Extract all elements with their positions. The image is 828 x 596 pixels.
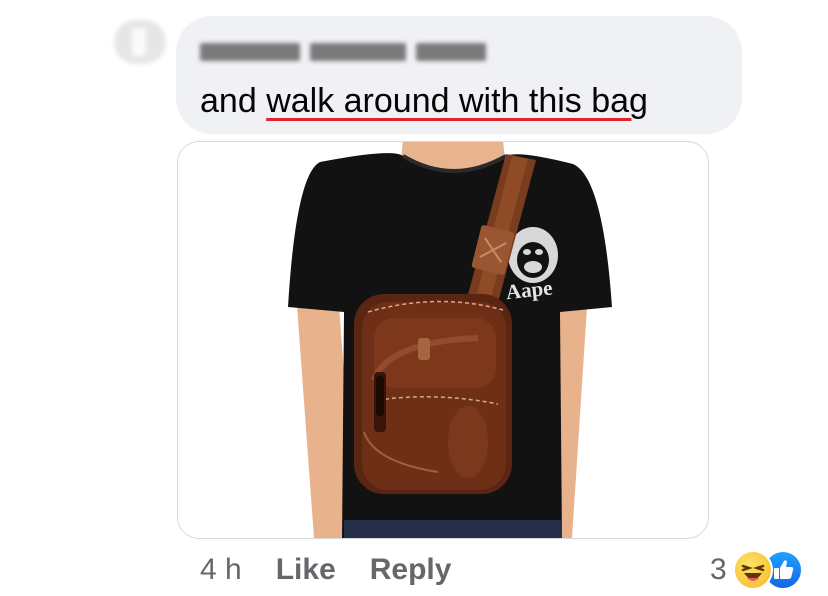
reply-button[interactable]: Reply <box>370 553 452 587</box>
like-button[interactable]: Like <box>276 553 336 587</box>
comment-text-spellcheck: walk around with this bag <box>266 82 648 120</box>
comment-image-attachment[interactable]: Aape <box>177 141 709 539</box>
leather-sling-bag <box>354 294 512 494</box>
comment-text: and walk around with this bag <box>200 80 648 122</box>
commenter-name-blurred[interactable] <box>200 40 530 64</box>
comment-actions: 4 h Like Reply <box>200 548 485 592</box>
shirt-print-text: Aape <box>505 275 554 304</box>
reaction-summary[interactable]: 3 <box>710 550 803 590</box>
reaction-count: 3 <box>710 553 727 586</box>
comment-text-start: and <box>200 82 267 120</box>
comment-timestamp[interactable]: 4 h <box>200 553 242 587</box>
bag-photo: Aape <box>178 142 708 538</box>
commenter-avatar[interactable] <box>114 20 166 64</box>
jeans <box>344 520 562 538</box>
haha-reaction-icon <box>732 550 773 590</box>
